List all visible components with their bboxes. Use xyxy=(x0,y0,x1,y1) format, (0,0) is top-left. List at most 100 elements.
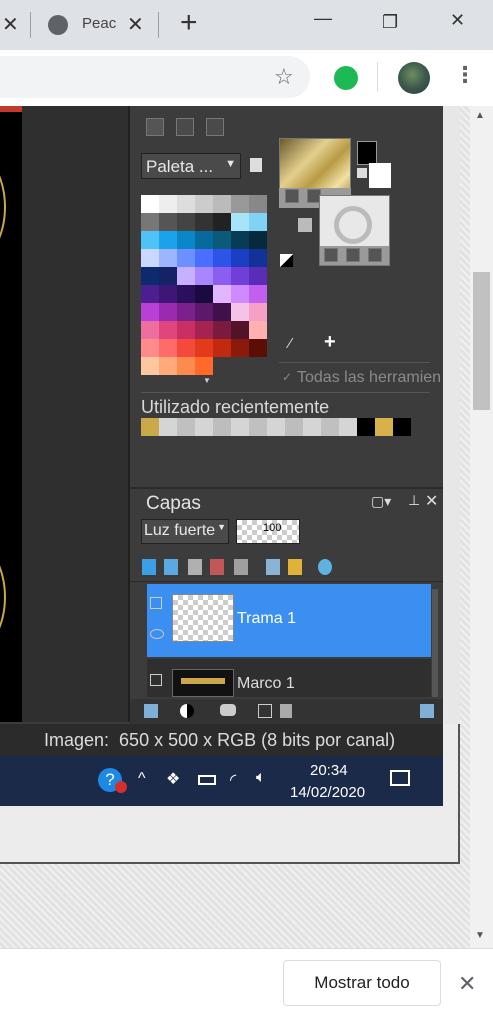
pattern-view-icon[interactable] xyxy=(206,118,224,136)
delete-icon[interactable] xyxy=(280,704,292,718)
swap-colors-icon[interactable] xyxy=(298,218,312,232)
chevron-up-icon[interactable]: ^ xyxy=(138,770,146,788)
palette-swatch[interactable] xyxy=(213,195,231,213)
eye-icon[interactable] xyxy=(150,629,164,639)
recent-swatch[interactable] xyxy=(357,418,375,436)
palette-swatch[interactable] xyxy=(141,195,159,213)
palette-swatch[interactable] xyxy=(231,267,249,285)
palette-swatch[interactable] xyxy=(159,213,177,231)
bg-solid-swatch[interactable] xyxy=(369,163,391,188)
scroll-down-icon[interactable]: ▼ xyxy=(475,930,485,941)
palette-swatch[interactable] xyxy=(177,321,195,339)
recent-swatch[interactable] xyxy=(177,418,195,436)
palette-swatch[interactable] xyxy=(195,213,213,231)
palette-swatch[interactable] xyxy=(141,303,159,321)
layer-down-icon[interactable] xyxy=(164,559,178,575)
recent-swatch[interactable] xyxy=(303,418,321,436)
palette-swatch[interactable] xyxy=(195,249,213,267)
recent-swatch[interactable] xyxy=(339,418,357,436)
palette-swatch[interactable] xyxy=(195,339,213,357)
palette-swatch[interactable] xyxy=(159,357,177,375)
gradient-view-icon[interactable] xyxy=(176,118,194,136)
link-icon[interactable] xyxy=(266,559,280,575)
palette-swatch[interactable] xyxy=(141,357,159,375)
bg-texture-icon[interactable] xyxy=(368,248,382,262)
layer-settings-icon[interactable] xyxy=(420,704,434,718)
palette-swatch[interactable] xyxy=(141,339,159,357)
opacity-field[interactable]: 100 xyxy=(236,519,300,544)
recent-swatch[interactable] xyxy=(267,418,285,436)
extension-icon[interactable] xyxy=(334,66,358,90)
palette-swatch[interactable] xyxy=(177,195,195,213)
layer-up-icon[interactable] xyxy=(142,559,156,575)
page-scrollbar-thumb[interactable] xyxy=(473,272,490,410)
fx-icon[interactable] xyxy=(188,559,202,575)
palette-swatch[interactable] xyxy=(213,213,231,231)
merge-icon[interactable] xyxy=(258,704,272,718)
palette-swatch[interactable] xyxy=(141,321,159,339)
palette-swatch[interactable] xyxy=(195,357,213,375)
palette-swatch[interactable] xyxy=(141,249,159,267)
clock-date[interactable]: 14/02/2020 xyxy=(290,784,365,801)
recent-swatch[interactable] xyxy=(213,418,231,436)
palette-swatch[interactable] xyxy=(213,321,231,339)
palette-swatch[interactable] xyxy=(213,303,231,321)
tab-close-icon[interactable]: ✕ xyxy=(127,12,144,37)
palette-swatch[interactable] xyxy=(249,213,267,231)
brush-icon[interactable] xyxy=(210,559,224,575)
palette-swatch[interactable] xyxy=(177,339,195,357)
palette-swatch[interactable] xyxy=(195,321,213,339)
palette-swatch[interactable] xyxy=(177,285,195,303)
palette-swatch[interactable] xyxy=(159,249,177,267)
palette-swatch[interactable] xyxy=(159,195,177,213)
palette-swatch[interactable] xyxy=(141,285,159,303)
palette-swatch[interactable] xyxy=(213,285,231,303)
swatch-view-icon[interactable] xyxy=(146,118,164,136)
palette-swatch[interactable] xyxy=(249,285,267,303)
new-layer-icon[interactable] xyxy=(144,704,158,718)
mask-icon[interactable] xyxy=(220,704,236,716)
palette-swatch[interactable] xyxy=(195,195,213,213)
layer-row[interactable]: Marco 1 xyxy=(147,659,431,697)
blend-mode-dropdown[interactable]: Luz fuerte ▼ xyxy=(141,519,229,544)
clock-time[interactable]: 20:34 xyxy=(310,762,348,779)
palette-swatch[interactable] xyxy=(231,231,249,249)
recent-swatch[interactable] xyxy=(195,418,213,436)
palette-swatch[interactable] xyxy=(159,285,177,303)
background-color-box[interactable] xyxy=(319,195,390,266)
palette-swatch[interactable] xyxy=(231,195,249,213)
palette-swatch[interactable] xyxy=(177,213,195,231)
add-swatch-icon[interactable]: + xyxy=(324,331,336,354)
palette-swatch[interactable] xyxy=(231,339,249,357)
dropbox-icon[interactable]: ❖ xyxy=(166,769,180,789)
palette-swatch[interactable] xyxy=(177,231,195,249)
notification-icon[interactable] xyxy=(390,770,410,786)
bg-style-icon[interactable] xyxy=(324,248,338,262)
profile-avatar[interactable] xyxy=(398,62,430,94)
wifi-icon[interactable]: ◜ xyxy=(230,770,236,790)
palette-swatch[interactable] xyxy=(195,267,213,285)
palette-swatch[interactable] xyxy=(249,249,267,267)
palette-swatch[interactable] xyxy=(249,321,267,339)
volume-icon[interactable]: 🔈︎ xyxy=(256,769,266,787)
palette-swatch[interactable] xyxy=(195,231,213,249)
adjustment-layer-icon[interactable] xyxy=(180,704,194,718)
tab-active[interactable]: Peac ✕ xyxy=(36,0,156,50)
recent-swatch[interactable] xyxy=(249,418,267,436)
recent-swatch[interactable] xyxy=(375,418,393,436)
panel-maximize-icon[interactable]: ▢▾ xyxy=(371,493,391,510)
palette-swatch[interactable] xyxy=(177,249,195,267)
panel-close-icon[interactable]: ✕ xyxy=(425,491,438,511)
palette-swatch[interactable] xyxy=(177,303,195,321)
menu-icon[interactable]: ⋮ xyxy=(454,62,476,88)
prev-tab-close-icon[interactable]: ✕ xyxy=(2,12,19,37)
minimize-button[interactable]: — xyxy=(314,8,332,29)
palette-swatch[interactable] xyxy=(177,267,195,285)
palette-swatch[interactable] xyxy=(231,249,249,267)
new-tab-button[interactable]: + xyxy=(180,6,198,40)
star-icon[interactable]: ☆ xyxy=(274,64,294,90)
recent-swatch[interactable] xyxy=(231,418,249,436)
reset-colors-icon[interactable] xyxy=(280,254,293,267)
palette-swatch[interactable] xyxy=(213,267,231,285)
palette-swatch[interactable] xyxy=(213,231,231,249)
